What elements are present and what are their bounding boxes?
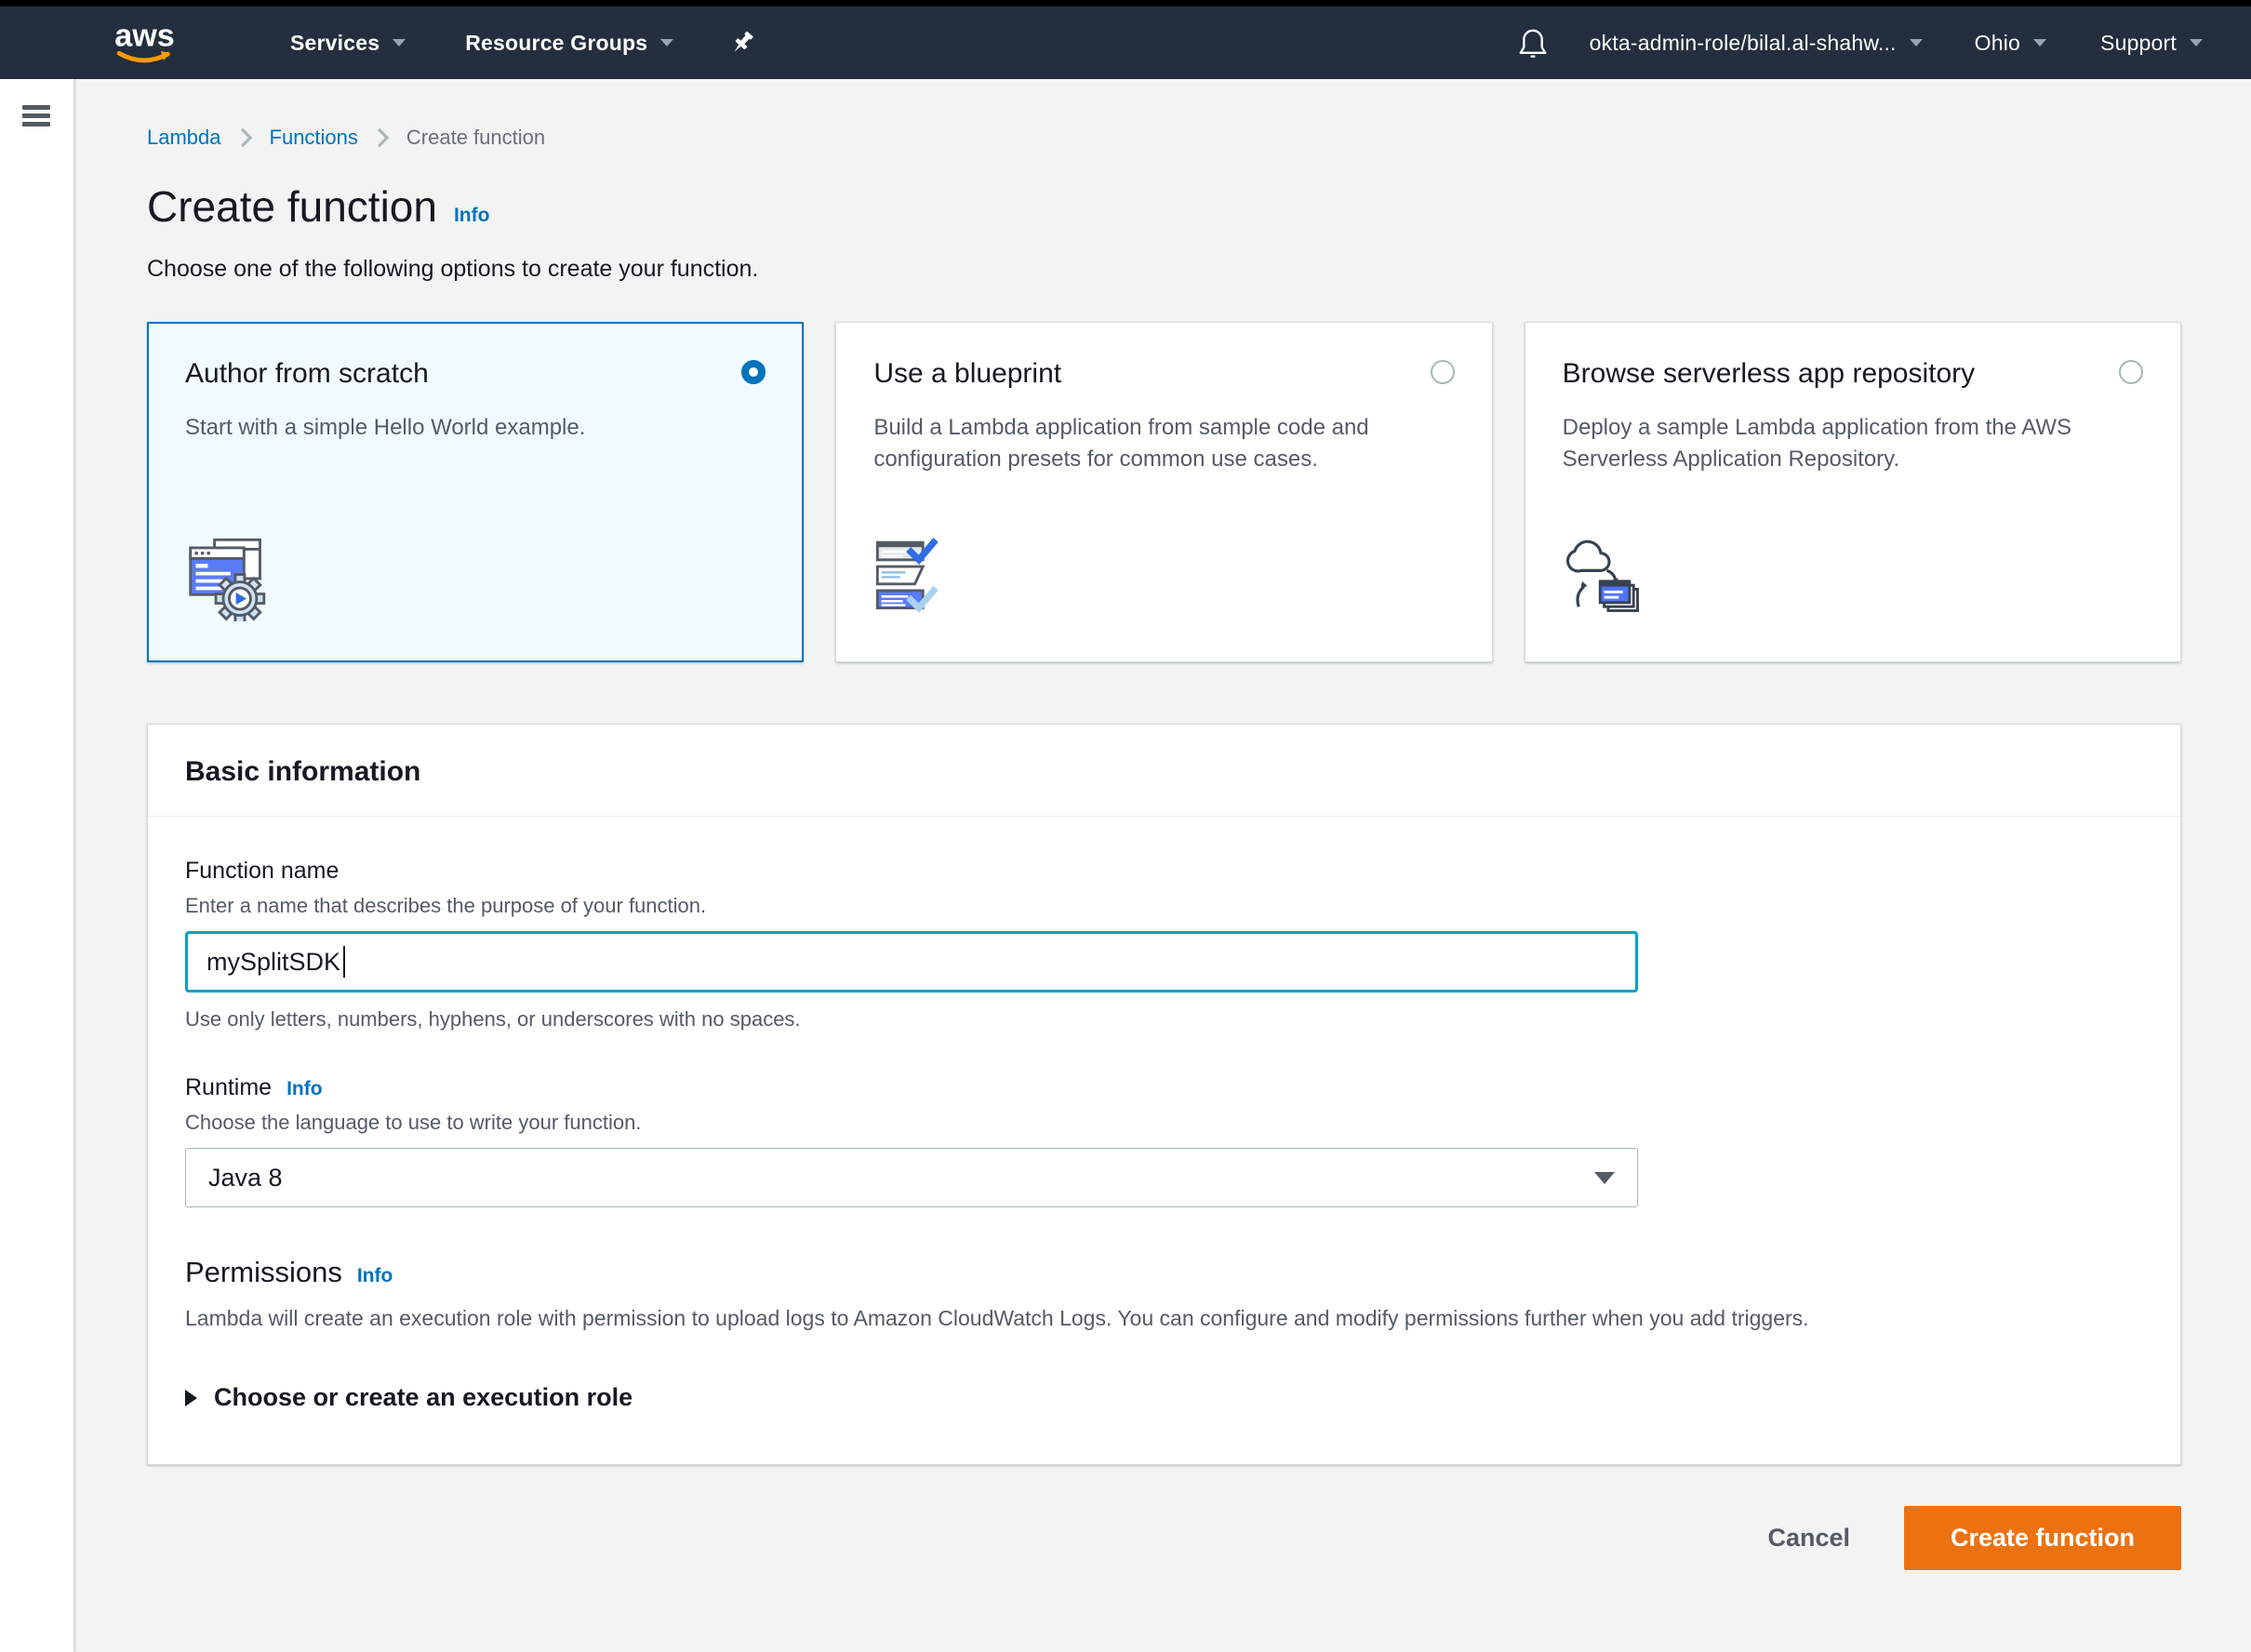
nav-support-menu[interactable]: Support xyxy=(2100,31,2203,56)
page-subtitle: Choose one of the following options to c… xyxy=(147,256,2181,283)
chevron-down-icon xyxy=(1910,39,1923,47)
card-title: Use a blueprint xyxy=(873,356,1076,392)
pin-icon[interactable] xyxy=(727,28,757,58)
card-browse-serverless-app-repository[interactable]: Browse serverless app repository Deploy … xyxy=(1525,322,2181,662)
support-label: Support xyxy=(2100,31,2177,56)
author-from-scratch-icon xyxy=(185,536,766,626)
aws-logo[interactable]: aws xyxy=(110,19,186,67)
expander-triangle-icon xyxy=(185,1390,197,1406)
nav-resource-groups-menu[interactable]: Resource Groups xyxy=(465,31,673,56)
runtime-info-link[interactable]: Info xyxy=(286,1078,322,1100)
execution-role-expander-label: Choose or create an execution role xyxy=(214,1383,633,1412)
nav-right-group: okta-admin-role/bilal.al-shahw... Ohio S… xyxy=(1517,26,2203,60)
runtime-select[interactable]: Java 8 xyxy=(185,1148,1638,1207)
radio-browse-serverless-app-repository[interactable] xyxy=(2119,360,2143,384)
chevron-down-icon xyxy=(393,39,406,47)
breadcrumb-functions[interactable]: Functions xyxy=(270,126,358,150)
chevron-right-icon xyxy=(373,126,392,150)
runtime-help: Choose the language to use to write your… xyxy=(185,1111,2143,1135)
title-info-link[interactable]: Info xyxy=(454,205,489,227)
nav-services-menu[interactable]: Services xyxy=(290,31,406,56)
text-cursor xyxy=(343,946,345,978)
left-sidebar xyxy=(0,79,74,1652)
function-name-label: Function name xyxy=(185,858,2143,885)
card-title: Browse serverless app repository xyxy=(1563,356,1991,392)
chevron-down-icon xyxy=(2190,39,2203,47)
breadcrumb-lambda[interactable]: Lambda xyxy=(147,126,221,150)
footer-actions: Cancel Create function xyxy=(147,1506,2181,1570)
breadcrumb: Lambda Functions Create function xyxy=(147,126,2181,150)
region-name: Ohio xyxy=(1975,31,2020,56)
execution-role-expander[interactable]: Choose or create an execution role xyxy=(185,1383,2143,1412)
card-use-a-blueprint[interactable]: Use a blueprint Build a Lambda applicati… xyxy=(835,322,1492,662)
serverless-app-repository-icon xyxy=(1563,536,2143,626)
card-description: Build a Lambda application from sample c… xyxy=(873,412,1422,477)
select-dropdown-arrow-icon xyxy=(1594,1172,1615,1184)
nav-account-menu[interactable]: okta-admin-role/bilal.al-shahw... xyxy=(1590,31,1923,56)
panel-header-title: Basic information xyxy=(185,756,2143,788)
nav-resource-groups-label: Resource Groups xyxy=(465,31,647,56)
radio-author-from-scratch[interactable] xyxy=(741,360,766,384)
chevron-right-icon xyxy=(236,126,255,150)
cancel-button[interactable]: Cancel xyxy=(1767,1524,1850,1552)
chevron-down-icon xyxy=(660,39,673,47)
function-name-field: Function name Enter a name that describe… xyxy=(185,858,2143,1032)
notifications-bell-icon[interactable] xyxy=(1517,26,1549,60)
page-title: Create function xyxy=(147,181,437,232)
nav-services-label: Services xyxy=(290,31,380,56)
nav-region-menu[interactable]: Ohio xyxy=(1975,31,2046,56)
breadcrumb-current: Create function xyxy=(406,126,545,150)
svg-text:aws: aws xyxy=(114,19,174,53)
account-name: okta-admin-role/bilal.al-shahw... xyxy=(1590,31,1897,56)
card-description: Start with a simple Hello World example. xyxy=(185,412,734,445)
runtime-label: Runtime xyxy=(185,1074,272,1101)
permissions-info-link[interactable]: Info xyxy=(357,1265,393,1287)
permissions-description: Lambda will create an execution role wit… xyxy=(185,1306,2143,1331)
runtime-field: Runtime Info Choose the language to use … xyxy=(185,1074,2143,1207)
browser-chrome-strip xyxy=(0,0,2251,7)
hamburger-menu-icon[interactable] xyxy=(22,105,50,127)
creation-option-cards: Author from scratch Start with a simple … xyxy=(147,322,2181,662)
runtime-selected-value: Java 8 xyxy=(208,1164,283,1192)
card-author-from-scratch[interactable]: Author from scratch Start with a simple … xyxy=(147,322,804,662)
function-name-input[interactable]: mySplitSDK xyxy=(185,931,1638,993)
main-content: Lambda Functions Create function Create … xyxy=(74,79,2251,1652)
permissions-label: Permissions xyxy=(185,1256,342,1289)
function-name-help: Enter a name that describes the purpose … xyxy=(185,894,2143,918)
function-name-value: mySplitSDK xyxy=(206,948,340,977)
blueprint-icon xyxy=(873,536,1454,626)
create-function-button[interactable]: Create function xyxy=(1904,1506,2181,1570)
radio-use-a-blueprint[interactable] xyxy=(1431,360,1455,384)
permissions-section: Permissions Info Lambda will create an e… xyxy=(185,1256,2143,1331)
function-name-constraint: Use only letters, numbers, hyphens, or u… xyxy=(185,1007,2143,1032)
basic-information-panel: Basic information Function name Enter a … xyxy=(147,724,2181,1465)
card-description: Deploy a sample Lambda application from … xyxy=(1563,412,2111,477)
top-navigation: aws Services Resource Groups xyxy=(0,7,2251,79)
card-title: Author from scratch xyxy=(185,356,444,392)
chevron-down-icon xyxy=(2033,39,2046,47)
